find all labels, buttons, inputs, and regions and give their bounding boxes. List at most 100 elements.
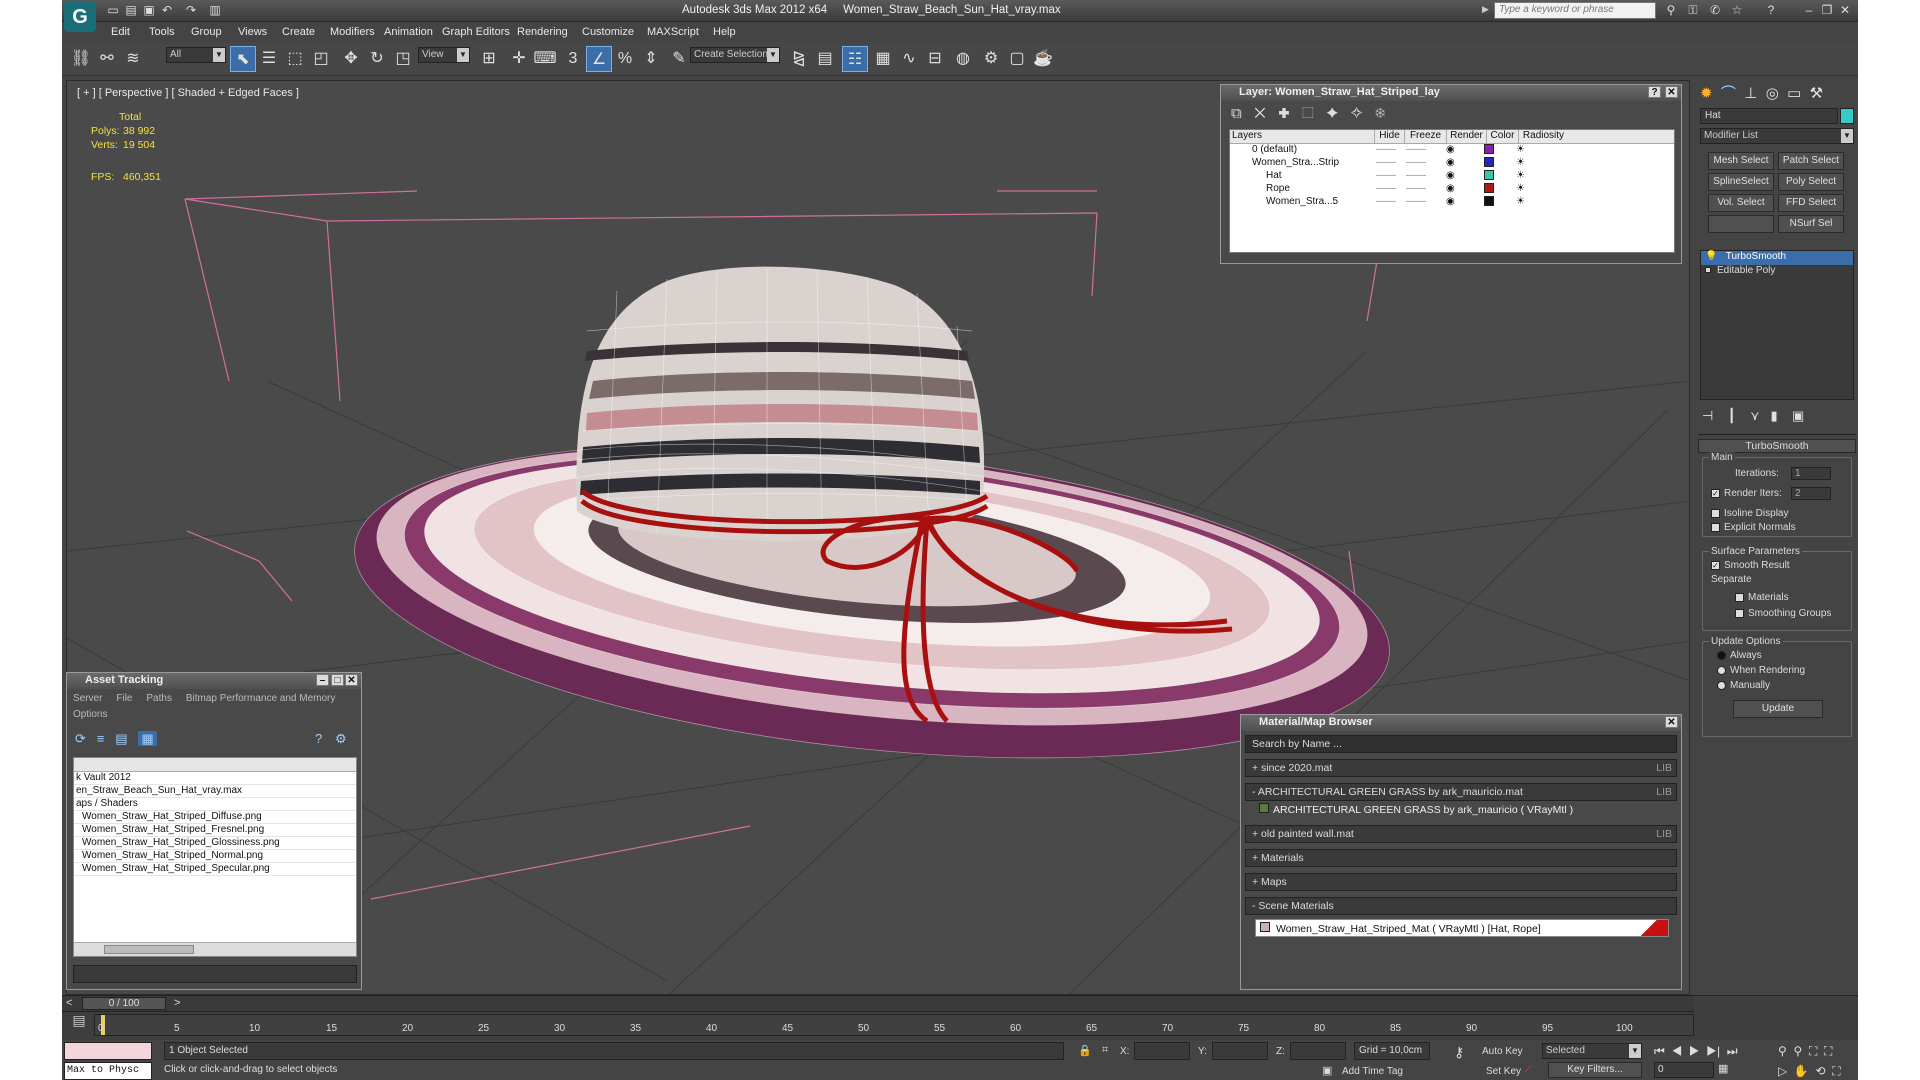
- smooth-result-checkbox[interactable]: ✓ Smooth Result: [1711, 560, 1790, 571]
- isoline-display-checkbox[interactable]: Isoline Display: [1711, 508, 1788, 519]
- help-icon[interactable]: ?: [1764, 3, 1778, 17]
- object-color-swatch[interactable]: [1840, 108, 1854, 124]
- spinner-snap-icon[interactable]: ⇕: [638, 46, 664, 72]
- layer-color-swatch[interactable]: [1484, 157, 1494, 167]
- layer-row[interactable]: Rope —— —— ◉ ☀: [1230, 183, 1674, 196]
- scale-icon[interactable]: ◳: [390, 46, 416, 72]
- play-icon[interactable]: ▶: [1689, 1044, 1700, 1058]
- col-render[interactable]: Render: [1446, 130, 1486, 143]
- asset-menu-paths[interactable]: Paths: [146, 693, 172, 704]
- layer-color-swatch[interactable]: [1484, 196, 1494, 206]
- material-group[interactable]: + Materials: [1245, 849, 1677, 867]
- render-production-icon[interactable]: ☕: [1030, 46, 1056, 72]
- move-icon[interactable]: ✥: [338, 46, 364, 72]
- pivot-center-icon[interactable]: ⊞: [476, 46, 502, 72]
- bind-space-warp-icon[interactable]: ≋: [120, 46, 146, 72]
- percent-snap-icon[interactable]: %: [612, 46, 638, 72]
- curve-editor-icon[interactable]: ∿: [896, 46, 922, 72]
- configure-modifier-sets-icon[interactable]: ▣: [1792, 408, 1804, 423]
- hierarchy-tab-icon[interactable]: ⊥: [1744, 85, 1757, 102]
- select-by-name-icon[interactable]: ☰: [256, 46, 282, 72]
- lock-selection-icon[interactable]: 🔒: [1078, 1044, 1092, 1057]
- auto-key-button[interactable]: Auto Key: [1482, 1046, 1523, 1057]
- asset-menu-options[interactable]: Options: [73, 709, 107, 720]
- layer-color-swatch[interactable]: [1484, 170, 1494, 180]
- render-setup-icon[interactable]: ⚙: [978, 46, 1004, 72]
- material-group[interactable]: - Scene Materials: [1245, 897, 1677, 915]
- asset-minimize-icon[interactable]: –: [316, 674, 329, 686]
- pan-icon[interactable]: ✋: [1794, 1064, 1809, 1078]
- create-tab-icon[interactable]: ✹: [1700, 85, 1713, 102]
- ffd-select-button[interactable]: FFD Select: [1778, 194, 1844, 212]
- light-bulb-icon[interactable]: 💡: [1705, 251, 1717, 262]
- menu-help[interactable]: Help: [713, 26, 736, 38]
- layer-row[interactable]: Women_Stra...5 —— —— ◉ ☀: [1230, 196, 1674, 209]
- binoculars-icon[interactable]: ⚲: [1664, 3, 1678, 17]
- pin-stack-icon[interactable]: ⊣: [1702, 408, 1713, 423]
- asset-item[interactable]: Women_Straw_Hat_Striped_Normal.png: [74, 850, 356, 863]
- asset-item[interactable]: aps / Shaders: [74, 798, 356, 811]
- time-tag-icon[interactable]: ▣: [1322, 1064, 1332, 1077]
- asset-close-icon[interactable]: ✕: [345, 674, 358, 686]
- communication-icon[interactable]: ✆: [1708, 3, 1722, 17]
- asset-item[interactable]: Women_Straw_Hat_Striped_Specular.png: [74, 863, 356, 876]
- zoom-icon[interactable]: ⚲: [1778, 1044, 1787, 1058]
- key-selection-dropdown[interactable]: Selected ▼: [1542, 1043, 1642, 1059]
- nsurf-sel-button[interactable]: NSurf Sel: [1778, 215, 1844, 233]
- save-file-icon[interactable]: ▣: [142, 3, 156, 17]
- materials-checkbox[interactable]: Materials: [1735, 592, 1789, 603]
- when-rendering-radio[interactable]: When Rendering: [1717, 665, 1805, 676]
- layer-row[interactable]: Hat —— —— ◉ ☀: [1230, 170, 1674, 183]
- search-expand-icon[interactable]: ▶: [1482, 4, 1489, 15]
- asset-item[interactable]: Women_Straw_Hat_Striped_Diffuse.png: [74, 811, 356, 824]
- z-coordinate-field[interactable]: [1290, 1042, 1346, 1060]
- x-coordinate-field[interactable]: [1134, 1042, 1190, 1060]
- mini-curve-editor-icon[interactable]: ▤: [66, 1012, 92, 1036]
- render-iters-spinner[interactable]: 2: [1791, 487, 1831, 500]
- show-end-result-icon[interactable]: ┃: [1728, 408, 1736, 423]
- maximize-viewport-icon[interactable]: ⛶: [1832, 1064, 1840, 1078]
- unlink-icon[interactable]: ⚯: [94, 46, 120, 72]
- create-layer-icon[interactable]: ⧉: [1231, 105, 1242, 122]
- open-file-icon[interactable]: ▤: [124, 3, 138, 17]
- keyboard-shortcut-toggle-icon[interactable]: ⌨: [532, 46, 558, 72]
- current-frame-field[interactable]: 0: [1654, 1062, 1714, 1078]
- minimize-icon[interactable]: –: [1802, 3, 1816, 17]
- time-slider-thumb[interactable]: 0 / 100: [82, 997, 166, 1010]
- maxscript-listener-mini[interactable]: [64, 1042, 152, 1060]
- hide-all-icon[interactable]: ✧: [1351, 105, 1363, 122]
- material-search-input[interactable]: Search by Name ...: [1245, 735, 1677, 753]
- asset-item[interactable]: en_Straw_Beach_Sun_Hat_vray.max: [74, 785, 356, 798]
- material-browser-close-icon[interactable]: ✕: [1665, 716, 1678, 728]
- rendered-frame-window-icon[interactable]: ▢: [1004, 46, 1030, 72]
- material-group[interactable]: - ARCHITECTURAL GREEN GRASS by ark_mauri…: [1245, 783, 1677, 801]
- set-keys-icon[interactable]: ⟋: [1524, 1064, 1532, 1077]
- menu-animation[interactable]: Animation: [384, 26, 433, 38]
- menu-edit[interactable]: Edit: [111, 26, 130, 38]
- select-manipulate-icon[interactable]: ✛: [506, 46, 532, 72]
- select-and-link-icon[interactable]: ⛓: [68, 46, 94, 72]
- material-item[interactable]: ARCHITECTURAL GREEN GRASS by ark_maurici…: [1259, 803, 1573, 816]
- menu-maxscript[interactable]: MAXScript: [647, 26, 699, 38]
- layer-close-icon[interactable]: ✕: [1665, 86, 1678, 98]
- asset-item[interactable]: Women_Straw_Hat_Striped_Fresnel.png: [74, 824, 356, 837]
- orbit-icon[interactable]: ⟲: [1816, 1064, 1826, 1078]
- col-hide[interactable]: Hide: [1374, 130, 1404, 143]
- rotate-icon[interactable]: ↻: [364, 46, 390, 72]
- layer-color-swatch[interactable]: [1484, 144, 1494, 154]
- layer-help-icon[interactable]: ?: [1648, 86, 1661, 98]
- edit-named-selection-icon[interactable]: ✎: [666, 46, 692, 72]
- add-time-tag-button[interactable]: Add Time Tag: [1342, 1066, 1403, 1077]
- col-color[interactable]: Color: [1486, 130, 1518, 143]
- named-selection-dropdown[interactable]: Create Selection Se ▼: [690, 47, 780, 63]
- update-button[interactable]: Update: [1733, 700, 1823, 718]
- delete-layer-icon[interactable]: ✕: [1254, 105, 1265, 122]
- modify-tab-icon[interactable]: ⌒: [1721, 85, 1736, 102]
- slider-right-arrow-icon[interactable]: >: [174, 997, 180, 1009]
- vol-select-button[interactable]: Vol. Select: [1708, 194, 1774, 212]
- tree-view-icon[interactable]: ▤: [115, 731, 127, 746]
- motion-tab-icon[interactable]: ◎: [1766, 85, 1779, 102]
- time-configuration-icon[interactable]: ▦: [1718, 1062, 1728, 1075]
- set-key-mode-icon[interactable]: ⚷: [1454, 1044, 1464, 1061]
- stack-item-editable-poly[interactable]: Editable Poly: [1701, 265, 1853, 279]
